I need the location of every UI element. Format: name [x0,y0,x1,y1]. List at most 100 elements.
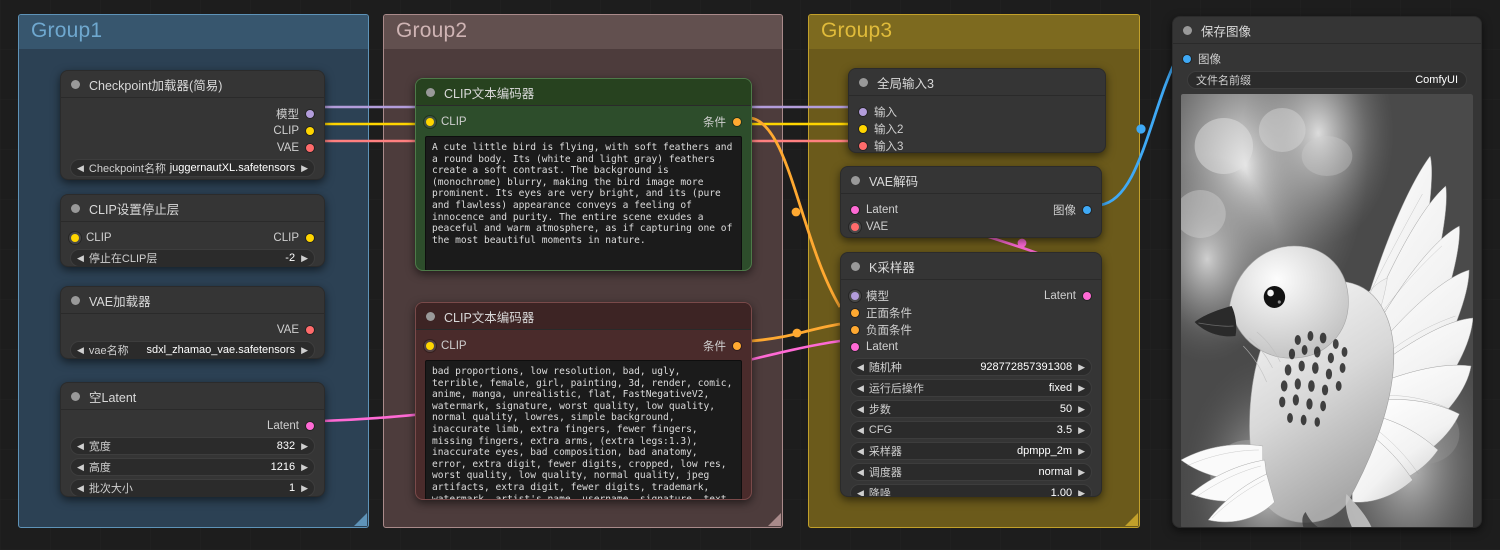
widget-height[interactable]: ◀ 高度 1216 ▶ [70,458,315,476]
decrement-arrow-icon[interactable]: ◀ [857,467,864,477]
node-global-input-3[interactable]: 全局输入3 输入 输入2 输入3 [848,68,1106,153]
port-dot-image-input[interactable] [1183,54,1191,63]
node-header[interactable]: 空Latent [61,383,324,410]
increment-arrow-icon[interactable]: ▶ [1078,446,1085,456]
widget-denoise[interactable]: ◀ 降噪 1.00 ▶ [850,484,1092,496]
slot-row-clip-conditioning[interactable]: CLIP 条件 [416,113,751,130]
output-slot-vae[interactable]: VAE [61,139,324,156]
node-vae-decode[interactable]: VAE解码 Latent 图像 VAE [840,166,1102,238]
node-clip-text-encode-positive[interactable]: CLIP文本编码器 CLIP 条件 A cute little bird is … [415,78,752,271]
port-dot-input-1[interactable] [859,107,867,116]
node-save-image[interactable]: 保存图像 图像 文件名前缀 ComfyUI [1172,16,1482,528]
port-dot-clip-input[interactable] [426,341,434,350]
collapse-icon[interactable] [71,203,80,213]
port-dot-latent-input[interactable] [851,205,859,214]
increment-arrow-icon[interactable]: ▶ [1078,362,1085,372]
widget-control-after-generate[interactable]: ◀ 运行后操作 fixed ▶ [850,379,1092,397]
port-dot-image-output[interactable] [1083,205,1091,214]
node-vae-loader[interactable]: VAE加载器 VAE ◀ vae名称 sdxl_zhamao_vae.safet… [60,286,325,359]
output-slot-latent[interactable]: Latent [61,417,324,434]
group-2-resize-handle[interactable] [768,513,781,526]
port-dot-vae[interactable] [306,143,314,152]
increment-arrow-icon[interactable]: ▶ [1078,488,1085,496]
input-slot-vae[interactable]: VAE [841,218,1101,235]
node-empty-latent[interactable]: 空Latent Latent ◀ 宽度 832 ▶ ◀ 高度 1216 ▶ ◀ … [60,382,325,497]
widget-seed[interactable]: ◀ 随机种 928772857391308 ▶ [850,358,1092,376]
collapse-icon[interactable] [1183,25,1192,35]
widget-scheduler[interactable]: ◀ 调度器 normal ▶ [850,463,1092,481]
port-dot-input-3[interactable] [859,141,867,150]
port-dot-model[interactable] [306,109,314,118]
slot-row-clip-conditioning[interactable]: CLIP 条件 [416,337,751,354]
node-header[interactable]: K采样器 [841,253,1101,280]
input-slot-negative[interactable]: 负面条件 [841,321,1101,338]
increment-arrow-icon[interactable]: ▶ [1078,383,1085,393]
port-dot-clip-output[interactable] [306,233,314,242]
widget-steps[interactable]: ◀ 步数 50 ▶ [850,400,1092,418]
widget-stop-at-clip-layer[interactable]: ◀ 停止在CLIP层 -2 ▶ [70,249,315,266]
input-slot-1[interactable]: 输入 [849,103,1105,120]
decrement-arrow-icon[interactable]: ◀ [77,462,84,472]
increment-arrow-icon[interactable]: ▶ [301,253,308,263]
decrement-arrow-icon[interactable]: ◀ [857,383,864,393]
widget-checkpoint-name[interactable]: ◀ Checkpoint名称 juggernautXL.safetensors … [70,159,315,177]
decrement-arrow-icon[interactable]: ◀ [77,163,84,173]
increment-arrow-icon[interactable]: ▶ [1078,467,1085,477]
widget-sampler-name[interactable]: ◀ 采样器 dpmpp_2m ▶ [850,442,1092,460]
node-header[interactable]: VAE解码 [841,167,1101,194]
collapse-icon[interactable] [851,175,860,185]
port-dot-clip-input[interactable] [71,233,79,242]
port-dot-latent[interactable] [306,421,314,430]
increment-arrow-icon[interactable]: ▶ [301,345,308,355]
node-header[interactable]: 全局输入3 [849,69,1105,96]
widget-cfg[interactable]: ◀ CFG 3.5 ▶ [850,421,1092,439]
port-dot-vae-input[interactable] [851,222,859,231]
port-dot-input-2[interactable] [859,124,867,133]
input-slot-images[interactable]: 图像 [1173,50,1481,67]
port-dot-negative-input[interactable] [851,325,859,334]
node-ksampler[interactable]: K采样器 模型 Latent 正面条件 负面条件 Latent ◀ 随机种 92… [840,252,1102,497]
increment-arrow-icon[interactable]: ▶ [1078,425,1085,435]
increment-arrow-icon[interactable]: ▶ [301,163,308,173]
port-dot-positive-input[interactable] [851,308,859,317]
node-header[interactable]: CLIP文本编码器 [416,79,751,106]
widget-vae-name[interactable]: ◀ vae名称 sdxl_zhamao_vae.safetensors ▶ [70,341,315,358]
widget-width[interactable]: ◀ 宽度 832 ▶ [70,437,315,455]
node-header[interactable]: 保存图像 [1173,17,1481,44]
input-slot-positive[interactable]: 正面条件 [841,304,1101,321]
slot-row-model-latent[interactable]: 模型 Latent [841,287,1101,304]
node-checkpoint-loader[interactable]: Checkpoint加载器(简易) 模型 CLIP VAE ◀ Checkpoi… [60,70,325,180]
group-1-title[interactable]: Group1 [19,15,368,49]
node-graph-canvas[interactable]: Group1 Group2 Group3 Checkpoint加载器(简易) 模… [0,0,1500,550]
output-slot-model[interactable]: 模型 [61,105,324,122]
port-dot-clip[interactable] [306,126,314,135]
input-slot-2[interactable]: 输入2 [849,120,1105,137]
collapse-icon[interactable] [71,295,80,305]
output-slot-vae[interactable]: VAE [61,321,324,338]
port-dot-vae[interactable] [306,325,314,334]
port-dot-model-input[interactable] [851,291,859,300]
negative-prompt-textarea[interactable]: bad proportions, low resolution, bad, ug… [425,360,742,499]
increment-arrow-icon[interactable]: ▶ [301,441,308,451]
decrement-arrow-icon[interactable]: ◀ [857,488,864,496]
node-clip-set-last-layer[interactable]: CLIP设置停止层 CLIP CLIP ◀ 停止在CLIP层 -2 ▶ [60,194,325,267]
node-header[interactable]: VAE加载器 [61,287,324,314]
port-dot-conditioning-output[interactable] [733,341,741,350]
increment-arrow-icon[interactable]: ▶ [1078,404,1085,414]
widget-filename-prefix[interactable]: 文件名前缀 ComfyUI [1187,71,1467,89]
collapse-icon[interactable] [71,79,80,89]
decrement-arrow-icon[interactable]: ◀ [77,253,84,263]
node-header[interactable]: Checkpoint加载器(简易) [61,71,324,98]
positive-prompt-textarea[interactable]: A cute little bird is flying, with soft … [425,136,742,270]
node-clip-text-encode-negative[interactable]: CLIP文本编码器 CLIP 条件 bad proportions, low r… [415,302,752,500]
decrement-arrow-icon[interactable]: ◀ [77,483,84,493]
output-slot-clip[interactable]: CLIP [61,122,324,139]
collapse-icon[interactable] [426,311,435,321]
increment-arrow-icon[interactable]: ▶ [301,462,308,472]
input-slot-latent[interactable]: Latent [841,338,1101,355]
collapse-icon[interactable] [71,391,80,401]
port-dot-latent-output[interactable] [1083,291,1091,300]
port-dot-conditioning-output[interactable] [733,117,741,126]
group-3-title[interactable]: Group3 [809,15,1139,49]
widget-batch-size[interactable]: ◀ 批次大小 1 ▶ [70,479,315,496]
